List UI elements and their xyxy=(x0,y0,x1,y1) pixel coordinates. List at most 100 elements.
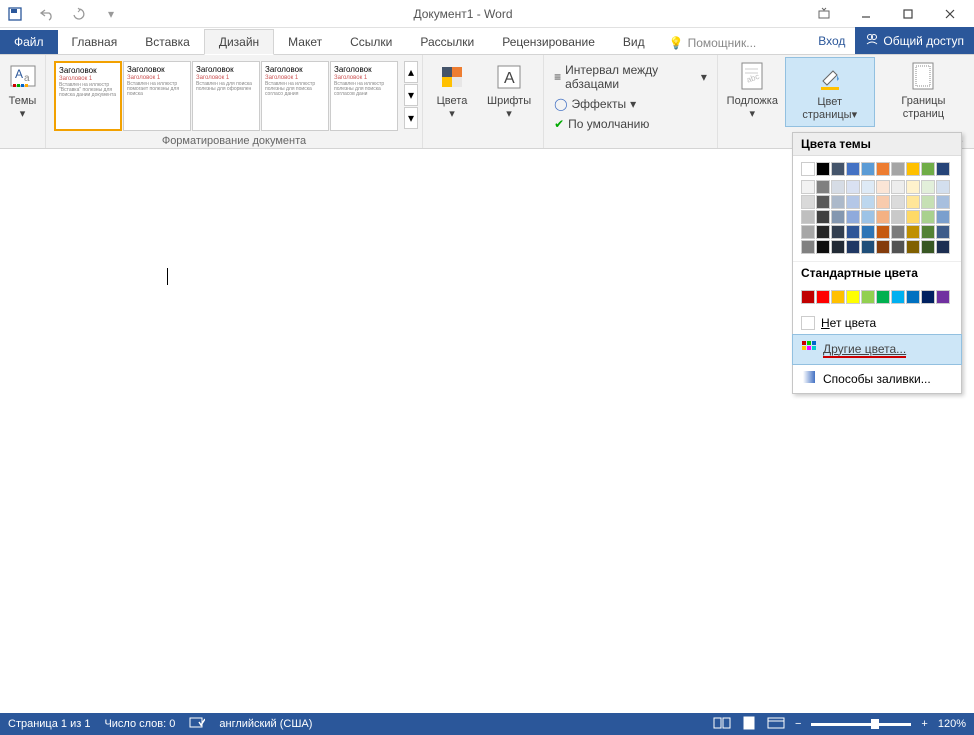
color-swatch[interactable] xyxy=(861,240,875,254)
color-swatch[interactable] xyxy=(831,240,845,254)
color-swatch[interactable] xyxy=(876,180,890,194)
save-icon[interactable] xyxy=(6,5,24,23)
watermark-button[interactable]: abc Подложка▾ xyxy=(722,57,783,125)
color-swatch[interactable] xyxy=(876,210,890,224)
style-set-item[interactable]: ЗаголовокЗаголовок 1Вставлен на иллюстр … xyxy=(123,61,191,131)
color-swatch[interactable] xyxy=(801,162,815,176)
color-swatch[interactable] xyxy=(831,290,845,304)
color-swatch[interactable] xyxy=(891,162,905,176)
color-swatch[interactable] xyxy=(861,210,875,224)
color-swatch[interactable] xyxy=(861,290,875,304)
read-mode-icon[interactable] xyxy=(713,716,731,733)
color-swatch[interactable] xyxy=(816,240,830,254)
color-swatch[interactable] xyxy=(846,210,860,224)
color-swatch[interactable] xyxy=(906,240,920,254)
redo-icon[interactable] xyxy=(70,5,88,23)
tab-layout[interactable]: Макет xyxy=(274,30,336,54)
color-swatch[interactable] xyxy=(801,210,815,224)
color-swatch[interactable] xyxy=(936,240,950,254)
paragraph-spacing-button[interactable]: ≡Интервал между абзацами ▾ xyxy=(548,61,713,93)
style-set-item[interactable]: ЗаголовокЗаголовок 1Вставлен на иллюстр … xyxy=(261,61,329,131)
color-swatch[interactable] xyxy=(891,210,905,224)
language-status[interactable]: английский (США) xyxy=(219,718,312,730)
effects-button[interactable]: ◯Эффекты ▾ xyxy=(548,95,642,113)
color-swatch[interactable] xyxy=(936,290,950,304)
set-default-button[interactable]: ✔По умолчанию xyxy=(548,115,655,133)
page-borders-button[interactable]: Границы страниц xyxy=(877,57,970,125)
zoom-out-button[interactable]: − xyxy=(795,718,801,730)
tab-mailings[interactable]: Рассылки xyxy=(406,30,488,54)
color-swatch[interactable] xyxy=(906,290,920,304)
color-swatch[interactable] xyxy=(846,225,860,239)
color-swatch[interactable] xyxy=(831,180,845,194)
more-colors-item[interactable]: Другие цвета... xyxy=(792,334,962,365)
color-swatch[interactable] xyxy=(876,225,890,239)
color-swatch[interactable] xyxy=(846,195,860,209)
page-color-button[interactable]: Цвет страницы▾ xyxy=(785,57,875,127)
color-swatch[interactable] xyxy=(906,225,920,239)
color-swatch[interactable] xyxy=(801,195,815,209)
style-set-item[interactable]: ЗаголовокЗаголовок 1Вставлен на для поис… xyxy=(192,61,260,131)
color-swatch[interactable] xyxy=(921,290,935,304)
undo-icon[interactable] xyxy=(38,5,56,23)
style-set-gallery[interactable]: ЗаголовокЗаголовок 1Вставлен на иллюстр … xyxy=(50,57,402,135)
color-swatch[interactable] xyxy=(846,240,860,254)
fill-effects-item[interactable]: Способы заливки... xyxy=(793,364,961,393)
color-swatch[interactable] xyxy=(936,195,950,209)
color-swatch[interactable] xyxy=(906,162,920,176)
color-swatch[interactable] xyxy=(936,210,950,224)
zoom-level[interactable]: 120% xyxy=(938,718,966,730)
color-swatch[interactable] xyxy=(816,195,830,209)
tab-file[interactable]: Файл xyxy=(0,30,58,54)
tab-design[interactable]: Дизайн xyxy=(204,29,274,55)
print-layout-icon[interactable] xyxy=(741,716,757,733)
style-set-item[interactable]: ЗаголовокЗаголовок 1Вставлен на иллюстр … xyxy=(330,61,398,131)
tab-view[interactable]: Вид xyxy=(609,30,659,54)
color-swatch[interactable] xyxy=(831,195,845,209)
color-swatch[interactable] xyxy=(891,225,905,239)
signin-button[interactable]: Вход xyxy=(808,29,855,53)
color-swatch[interactable] xyxy=(846,162,860,176)
color-swatch[interactable] xyxy=(831,162,845,176)
color-swatch[interactable] xyxy=(936,162,950,176)
color-swatch[interactable] xyxy=(801,240,815,254)
maximize-button[interactable] xyxy=(890,2,926,26)
fonts-button[interactable]: A Шрифты▾ xyxy=(479,57,539,125)
color-swatch[interactable] xyxy=(801,180,815,194)
color-swatch[interactable] xyxy=(846,180,860,194)
minimize-button[interactable] xyxy=(848,2,884,26)
no-color-item[interactable]: Нет цвета xyxy=(793,311,961,335)
color-swatch[interactable] xyxy=(861,195,875,209)
color-swatch[interactable] xyxy=(921,162,935,176)
color-swatch[interactable] xyxy=(906,195,920,209)
color-swatch[interactable] xyxy=(801,290,815,304)
color-swatch[interactable] xyxy=(891,195,905,209)
color-swatch[interactable] xyxy=(861,162,875,176)
color-swatch[interactable] xyxy=(861,225,875,239)
themes-button[interactable]: Aa Темы▾ xyxy=(0,57,48,125)
color-swatch[interactable] xyxy=(816,210,830,224)
color-swatch[interactable] xyxy=(861,180,875,194)
tab-references[interactable]: Ссылки xyxy=(336,30,406,54)
color-swatch[interactable] xyxy=(816,180,830,194)
tab-home[interactable]: Главная xyxy=(58,30,132,54)
color-swatch[interactable] xyxy=(846,290,860,304)
qat-more-icon[interactable]: ▾ xyxy=(102,5,120,23)
color-swatch[interactable] xyxy=(891,240,905,254)
style-set-item[interactable]: ЗаголовокЗаголовок 1Вставлен на иллюстр … xyxy=(54,61,122,131)
colors-button[interactable]: Цвета▾ xyxy=(427,57,477,125)
color-swatch[interactable] xyxy=(816,225,830,239)
color-swatch[interactable] xyxy=(936,225,950,239)
color-swatch[interactable] xyxy=(906,180,920,194)
color-swatch[interactable] xyxy=(801,225,815,239)
spellcheck-icon[interactable] xyxy=(189,716,205,733)
color-swatch[interactable] xyxy=(891,180,905,194)
color-swatch[interactable] xyxy=(876,162,890,176)
tab-review[interactable]: Рецензирование xyxy=(488,30,609,54)
color-swatch[interactable] xyxy=(891,290,905,304)
gallery-up-icon[interactable]: ▴ xyxy=(404,61,418,83)
close-button[interactable] xyxy=(932,2,968,26)
color-swatch[interactable] xyxy=(921,195,935,209)
tell-me-search[interactable]: 💡 Помощник... xyxy=(659,32,767,54)
color-swatch[interactable] xyxy=(816,162,830,176)
